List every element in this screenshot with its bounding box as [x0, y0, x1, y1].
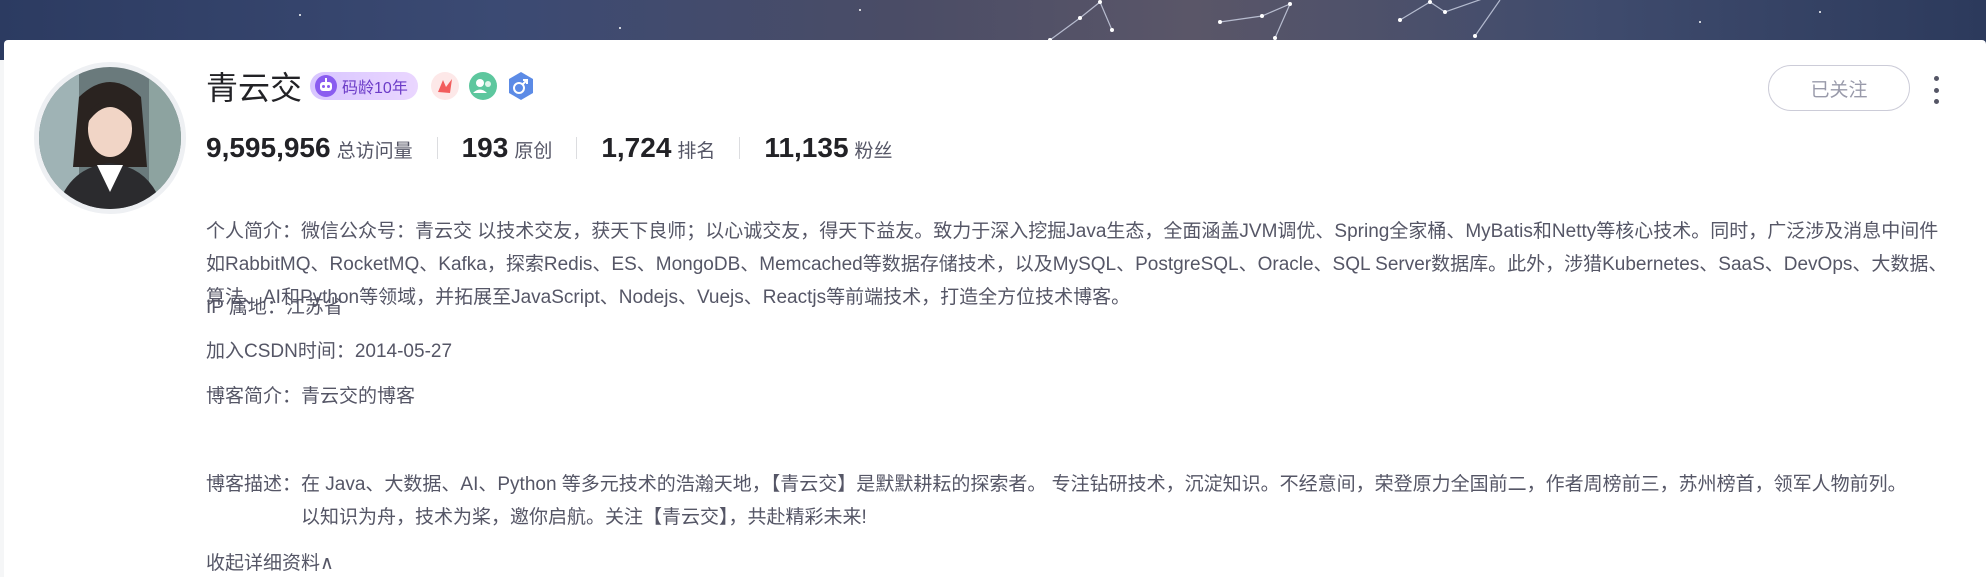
code-age-label: 码龄10年 — [342, 80, 408, 97]
more-dot — [1933, 87, 1939, 93]
gender-male-icon — [508, 72, 533, 100]
user-name: 青云交 — [206, 70, 303, 106]
stat-value: 9,595,956 — [206, 132, 331, 163]
blog-description-text: 在 Java、大数据、AI、Python 等多元技术的浩瀚天地，【青云交】是默默… — [301, 474, 1907, 528]
stat-value: 193 — [461, 132, 509, 163]
code-age-badge[interactable]: 码龄10年 — [310, 72, 418, 100]
stat-label: 总访问量 — [336, 141, 413, 162]
honor-icon[interactable] — [430, 71, 460, 101]
blog-description: 博客描述： 在 Java、大数据、AI、Python 等多元技术的浩瀚天地，【青… — [206, 468, 1926, 534]
more-dot — [1933, 76, 1939, 81]
more-dot — [1933, 99, 1939, 104]
stat-label: 粉丝 — [854, 141, 893, 162]
stat-divider — [739, 137, 741, 159]
stat-label: 原创 — [514, 141, 553, 162]
personal-intro: 个人简介：微信公众号：青云交 以技术交友，获天下良师；以心诚交友，得天下益友。致… — [206, 221, 1948, 308]
collapse-details-link[interactable]: 收起详细资料∧ — [206, 548, 334, 575]
stat-value: 1,724 — [601, 132, 672, 163]
community-icon[interactable] — [468, 71, 498, 101]
ip-location: IP 属地：江苏省 — [206, 297, 343, 318]
stat-label: 排名 — [677, 141, 716, 162]
join-date: 加入CSDN时间：2014-05-27 — [206, 341, 453, 362]
stat-divider — [576, 137, 578, 159]
blog-intro: 博客简介：青云交的博客 — [206, 386, 416, 407]
avatar-image — [39, 67, 181, 209]
stat-divider — [436, 137, 438, 159]
name-row: 青云交 码龄10年 — [206, 66, 544, 106]
avatar[interactable] — [34, 62, 186, 214]
stat-fans[interactable]: 11,135 粉丝 — [764, 132, 892, 164]
robot-icon — [315, 75, 338, 97]
stats-bar: 9,595,956 总访问量 193 原创 1,724 排名 11,135 粉丝 — [206, 128, 893, 168]
follow-button[interactable]: 已关注 — [1768, 65, 1910, 111]
blog-description-label: 博客描述： — [206, 474, 302, 495]
stat-value: 11,135 — [764, 132, 849, 163]
stat-rank: 1,724 排名 — [601, 132, 715, 164]
stat-original[interactable]: 193 原创 — [462, 132, 553, 164]
stat-visits: 9,595,956 总访问量 — [206, 132, 413, 164]
profile-card: 青云交 码龄10年 9,595,956 总访问量 193 原创 1,724 排名… — [4, 40, 1986, 577]
more-vertical-icon[interactable] — [1928, 72, 1944, 108]
